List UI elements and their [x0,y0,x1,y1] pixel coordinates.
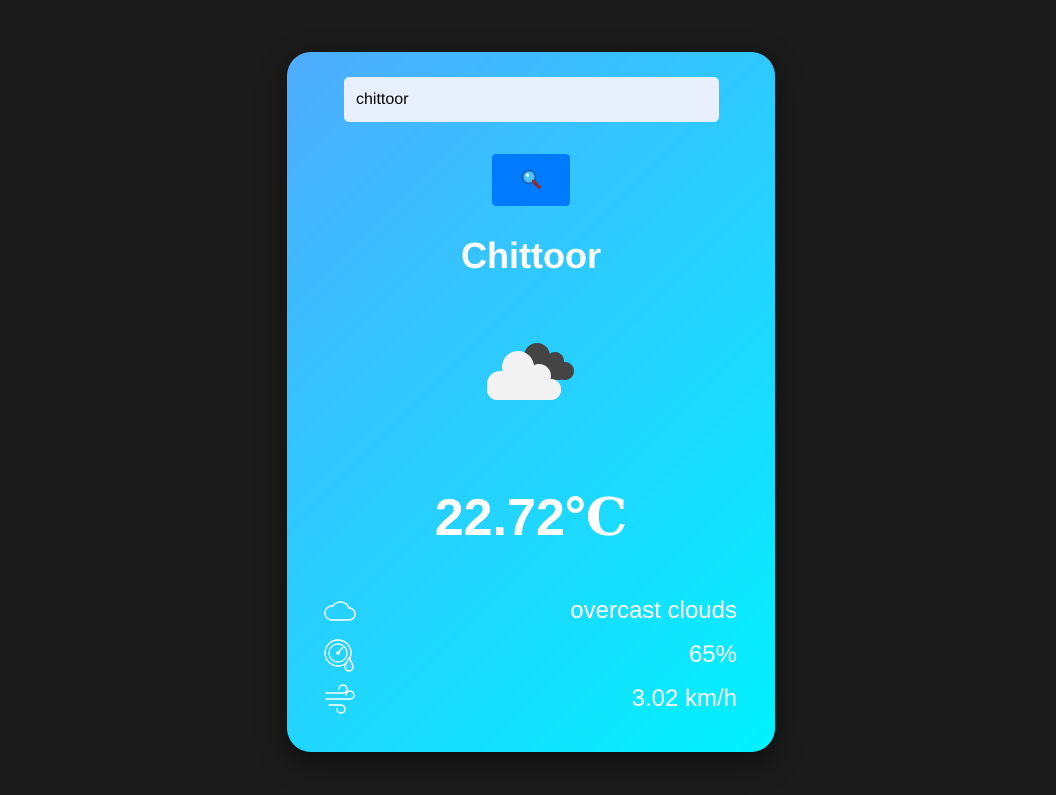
weather-description-row: overcast clouds [323,593,737,629]
broken-clouds-icon [485,339,577,401]
wind-row: 3.02 km/h [323,681,737,717]
cloud-outline-icon [323,594,357,628]
humidity-value: 65% [688,641,737,668]
humidity-row: 65% [323,637,737,673]
wind-icon [323,682,357,716]
temperature-value: 22.72 [434,489,565,547]
temperature-unit: ℃ [564,490,628,547]
city-name: Chittoor [461,235,601,276]
temperature-display: 22.72℃ [287,487,775,548]
magnifier-icon [520,168,542,193]
weather-description: overcast clouds [570,597,737,624]
wind-speed-value: 3.02 km/h [631,685,737,712]
humidity-gauge-icon [323,638,357,672]
city-search-input[interactable] [344,77,719,122]
weather-card: Chittoor 22.72℃ overcast [287,52,775,752]
search-button[interactable] [492,154,570,206]
